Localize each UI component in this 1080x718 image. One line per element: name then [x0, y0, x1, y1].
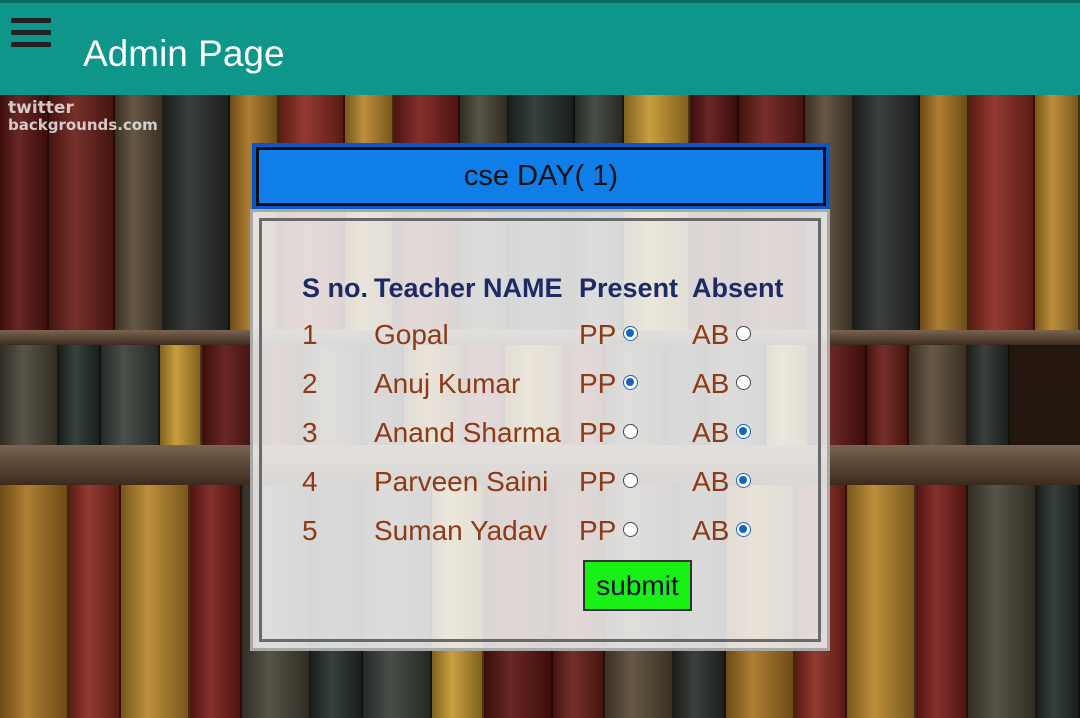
present-radio[interactable] [623, 521, 639, 537]
row-teacher-name: Anuj Kumar [374, 367, 521, 399]
present-label: PP [579, 318, 617, 350]
row-sno: 4 [302, 465, 318, 497]
present-label: PP [579, 416, 617, 448]
present-cell: PP [579, 408, 692, 457]
background-watermark: twitter backgrounds.com [8, 100, 158, 134]
present-cell: PP [579, 310, 692, 359]
row-sno: 1 [302, 318, 318, 350]
present-cell: PP [579, 359, 692, 408]
attendance-table: S no. Teacher NAME Present Absent 1 Gopal… [302, 266, 784, 555]
absent-radio[interactable] [736, 423, 752, 439]
absent-radio[interactable] [736, 374, 752, 390]
row-teacher-name: Gopal [374, 318, 449, 350]
absent-cell: AB [692, 457, 784, 506]
absent-radio[interactable] [736, 472, 752, 488]
attendance-header-row: S no. Teacher NAME Present Absent [302, 266, 784, 310]
row-sno: 3 [302, 416, 318, 448]
absent-cell: AB [692, 359, 784, 408]
present-label: PP [579, 514, 617, 546]
present-cell: PP [579, 457, 692, 506]
table-row: 3 Anand Sharma PP AB [302, 408, 784, 457]
table-row: 4 Parveen Saini PP AB [302, 457, 784, 506]
present-radio[interactable] [623, 423, 639, 439]
attendance-panel-inner: S no. Teacher NAME Present Absent 1 Gopal… [259, 218, 821, 642]
row-sno: 5 [302, 514, 318, 546]
submit-button[interactable]: submit [583, 560, 692, 611]
absent-label: AB [692, 416, 730, 448]
present-label: PP [579, 367, 617, 399]
watermark-line-2: backgrounds.com [8, 116, 158, 134]
row-teacher-name: Anand Sharma [374, 416, 561, 448]
col-header-present: Present [579, 272, 679, 303]
page-title: Admin Page [83, 33, 285, 74]
table-row: 2 Anuj Kumar PP AB [302, 359, 784, 408]
day-header: cse DAY( 1) [252, 143, 830, 210]
row-teacher-name: Suman Yadav [374, 514, 548, 546]
absent-label: AB [692, 367, 730, 399]
absent-radio[interactable] [736, 325, 752, 341]
row-teacher-name: Parveen Saini [374, 465, 549, 497]
row-sno: 2 [302, 367, 318, 399]
absent-cell: AB [692, 408, 784, 457]
col-header-absent: Absent [692, 272, 784, 303]
absent-radio[interactable] [736, 521, 752, 537]
absent-label: AB [692, 514, 730, 546]
app-bar: Admin Page [0, 0, 1080, 95]
col-header-name: Teacher NAME [374, 272, 563, 303]
watermark-line-1: twitter [8, 98, 74, 118]
absent-label: AB [692, 465, 730, 497]
table-row: 5 Suman Yadav PP AB [302, 506, 784, 555]
absent-label: AB [692, 318, 730, 350]
attendance-panel: S no. Teacher NAME Present Absent 1 Gopal… [250, 209, 830, 651]
present-radio[interactable] [623, 472, 639, 488]
table-row: 1 Gopal PP AB [302, 310, 784, 359]
present-label: PP [579, 465, 617, 497]
present-radio[interactable] [623, 374, 639, 390]
col-header-sno: S no. [302, 272, 368, 303]
absent-cell: AB [692, 506, 784, 555]
present-cell: PP [579, 506, 692, 555]
hamburger-menu-icon[interactable] [11, 18, 51, 52]
present-radio[interactable] [623, 325, 639, 341]
day-header-title: cse DAY( 1) [256, 147, 826, 206]
absent-cell: AB [692, 310, 784, 359]
